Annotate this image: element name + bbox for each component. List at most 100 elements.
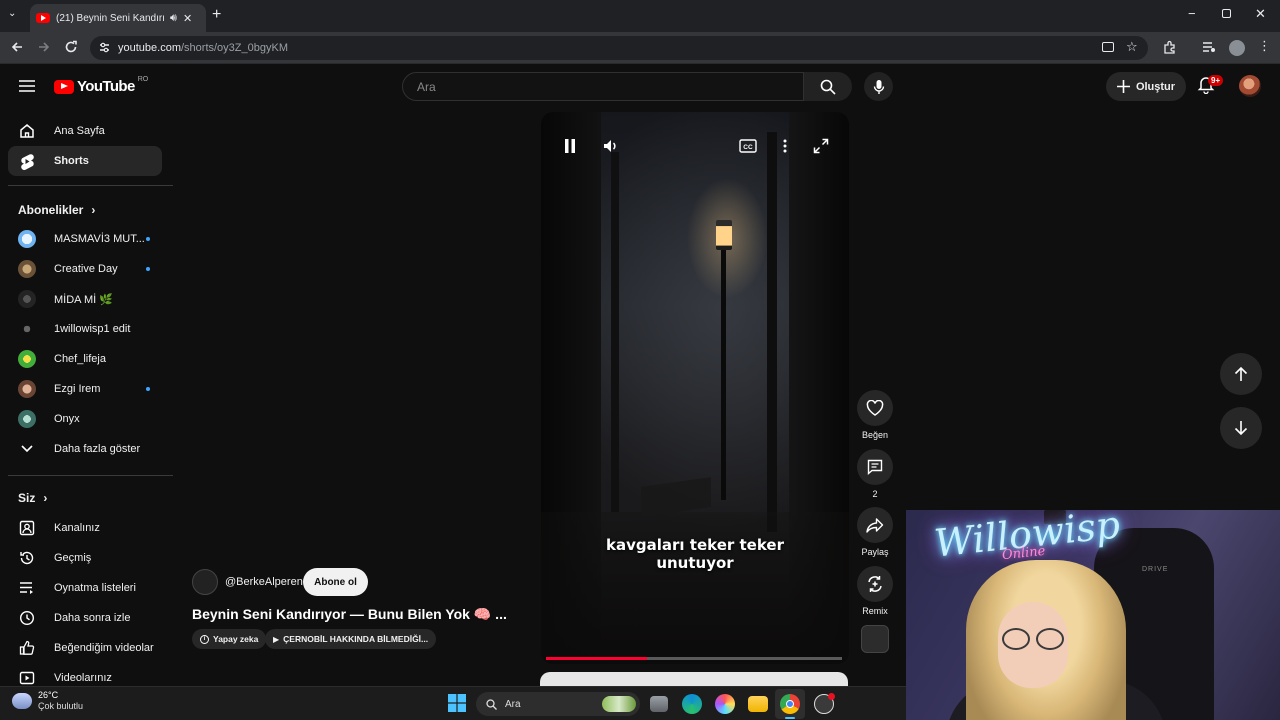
- sidebar-subscription[interactable]: Onyx: [8, 404, 162, 434]
- taskbar-search[interactable]: Ara: [476, 692, 640, 716]
- new-tab-button[interactable]: +: [212, 6, 221, 24]
- sidebar-item-your-channel[interactable]: Kanalınız: [8, 513, 162, 543]
- tab-close-icon[interactable]: ✕: [183, 12, 192, 25]
- sidebar: Ana Sayfa Shorts Abonelikler › MASMAVİ3 …: [0, 64, 174, 686]
- voice-search-button[interactable]: [864, 72, 893, 101]
- sidebar-item-shorts[interactable]: Shorts: [8, 146, 162, 176]
- extensions-icon[interactable]: [1162, 40, 1177, 55]
- new-content-dot: [146, 237, 150, 241]
- reload-button[interactable]: [64, 40, 78, 54]
- subscription-label: Chef_lifeja: [54, 353, 106, 365]
- search-button[interactable]: [804, 72, 852, 101]
- forward-button[interactable]: [37, 40, 51, 54]
- ai-label-chip[interactable]: i Yapay zeka: [192, 629, 267, 649]
- channel-thumbnail[interactable]: [861, 625, 889, 653]
- share-label: Paylaş: [861, 547, 889, 557]
- search-icon: [820, 79, 836, 95]
- app-notification-dot: [828, 693, 835, 700]
- edge-icon[interactable]: [682, 694, 702, 714]
- sidebar-item-playlists[interactable]: Oynatma listeleri: [8, 573, 162, 603]
- svg-text:CC: CC: [743, 144, 753, 151]
- back-button[interactable]: [10, 40, 24, 54]
- volume-button[interactable]: [601, 136, 621, 156]
- create-button[interactable]: Oluştur: [1106, 72, 1186, 101]
- like-button[interactable]: Beğen: [857, 390, 893, 440]
- video-title[interactable]: Beynin Seni Kandırıyor — Bunu Bilen Yok …: [192, 606, 507, 623]
- comment-icon: [867, 459, 883, 475]
- sidebar-item-label: Videolarınız: [54, 672, 112, 684]
- more-options-button[interactable]: [775, 136, 795, 156]
- file-explorer-icon[interactable]: [748, 696, 768, 712]
- sidebar-subscription[interactable]: MASMAVİ3 MUT...: [8, 224, 162, 254]
- speaker-icon[interactable]: 🔊︎: [170, 12, 177, 25]
- subscriptions-heading-label: Abonelikler: [18, 203, 84, 217]
- temperature: 26°C: [38, 690, 59, 700]
- previous-short-button[interactable]: [1220, 353, 1262, 395]
- sidebar-item-liked-videos[interactable]: Beğendiğim videolar: [8, 633, 162, 663]
- chair-brand: DRIVE: [1142, 566, 1169, 573]
- close-window-button[interactable]: ✕: [1255, 6, 1266, 22]
- sidebar-item-history[interactable]: Geçmiş: [8, 543, 162, 573]
- you-heading-label: Siz: [18, 491, 36, 505]
- subscription-label: Onyx: [54, 413, 80, 425]
- copilot-icon[interactable]: [715, 694, 735, 714]
- search-highlight-image: [602, 696, 636, 712]
- browser-tab[interactable]: (21) Beynin Seni Kandırıyor 🔊︎ ✕: [30, 4, 206, 32]
- pause-button[interactable]: [560, 136, 580, 156]
- sidebar-subscription[interactable]: Chef_lifeja: [8, 344, 162, 374]
- channel-icon: [18, 519, 36, 537]
- related-video-chip[interactable]: ▶ ÇERNOBİL HAKKINDA BİLMEDİĞİ...: [265, 629, 437, 649]
- next-short-preview[interactable]: [540, 672, 848, 686]
- profile-avatar[interactable]: [1229, 40, 1245, 56]
- install-app-icon[interactable]: [1102, 42, 1114, 52]
- account-avatar[interactable]: [1239, 75, 1261, 97]
- video-scenery: [716, 220, 732, 250]
- captions-button[interactable]: CC: [738, 136, 758, 156]
- sidebar-item-label: Kanalınız: [54, 522, 100, 534]
- browser-tabbar: ⌄ (21) Beynin Seni Kandırıyor 🔊︎ ✕ + − ✕: [0, 0, 1280, 32]
- like-label: Beğen: [861, 430, 889, 440]
- windows-taskbar: 26°C Çok bulutlu Ara: [0, 686, 906, 720]
- task-view-icon[interactable]: [650, 696, 668, 712]
- glasses-lens: [1002, 628, 1030, 650]
- your-videos-icon: [18, 669, 36, 687]
- sidebar-subscription[interactable]: Ezgi Irem: [8, 374, 162, 404]
- video-scenery: [767, 132, 777, 532]
- subscribe-button[interactable]: Abone ol: [303, 568, 368, 596]
- taskbar-search-label: Ara: [505, 698, 521, 710]
- share-button[interactable]: Paylaş: [857, 507, 893, 557]
- chevron-right-icon: ›: [43, 491, 48, 505]
- channel-avatar[interactable]: [192, 569, 218, 595]
- comments-count: 2: [872, 489, 878, 499]
- next-short-button[interactable]: [1220, 407, 1262, 449]
- shorts-video-player[interactable]: CC kavgaları teker teker unutuyor: [541, 112, 849, 664]
- restore-button[interactable]: [1222, 9, 1231, 18]
- chrome-active-tile[interactable]: [775, 689, 805, 719]
- show-more-button[interactable]: Daha fazla göster: [8, 434, 162, 464]
- bookmark-star-icon[interactable]: ☆: [1126, 39, 1138, 55]
- media-control-icon[interactable]: [1202, 41, 1216, 53]
- tab-list-button[interactable]: ⌄: [8, 8, 24, 24]
- subscriptions-heading[interactable]: Abonelikler ›: [18, 203, 95, 217]
- channel-name[interactable]: @BerkeAlperen: [225, 576, 303, 588]
- sidebar-subscription[interactable]: MİDA Mİ 🌿: [8, 284, 162, 314]
- url-bar[interactable]: youtube.com/shorts/oy3Z_0bgyKM ☆: [90, 36, 1148, 60]
- you-heading[interactable]: Siz ›: [18, 491, 47, 505]
- sidebar-divider: [8, 475, 173, 476]
- sidebar-item-watch-later[interactable]: Daha sonra izle: [8, 603, 162, 633]
- comments-button[interactable]: 2: [857, 449, 893, 499]
- site-settings-icon[interactable]: [98, 41, 111, 54]
- search-input[interactable]: Ara: [402, 72, 804, 101]
- start-button[interactable]: [448, 694, 466, 712]
- minimize-button[interactable]: −: [1188, 6, 1196, 21]
- channel-avatar: [18, 320, 36, 338]
- browser-menu-icon[interactable]: ⋮: [1258, 38, 1271, 54]
- channel-avatar: [18, 380, 36, 398]
- sidebar-item-label: Ana Sayfa: [54, 125, 105, 137]
- sidebar-subscription[interactable]: 1willowisp1 edit: [8, 314, 162, 344]
- remix-button[interactable]: Remix: [857, 566, 893, 616]
- sidebar-subscription[interactable]: Creative Day: [8, 254, 162, 284]
- weather-widget[interactable]: 26°C Çok bulutlu: [12, 690, 83, 712]
- sidebar-item-home[interactable]: Ana Sayfa: [8, 116, 162, 146]
- fullscreen-button[interactable]: [811, 136, 831, 156]
